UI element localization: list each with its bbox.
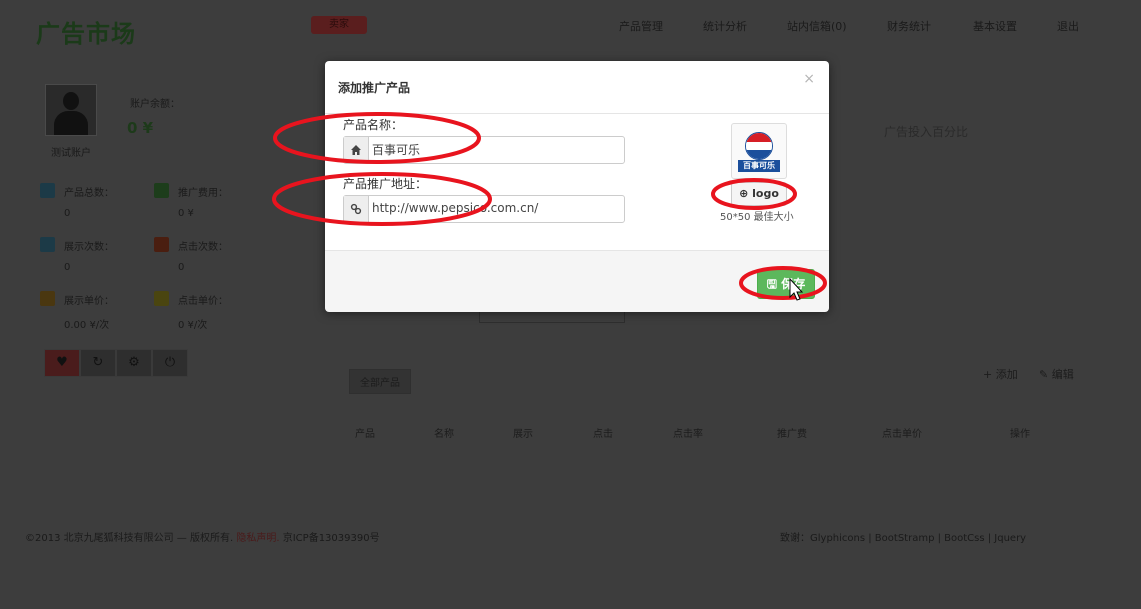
logo-size-hint: 50*50 最佳大小 xyxy=(720,212,794,223)
stat-color-square xyxy=(40,291,55,306)
col-ctr: 点击率 xyxy=(673,429,703,440)
col-impressions: 展示 xyxy=(513,429,533,440)
product-name-label: 产品名称： xyxy=(343,118,404,132)
footer-copyright: ©2013 北京九尾狐科技有限公司 — 版权所有. 隐私声明. 京ICP备130… xyxy=(25,529,380,544)
logo-button-label: logo xyxy=(752,187,779,200)
stat-color-square xyxy=(154,183,169,198)
gear-icon[interactable]: ⚙ xyxy=(116,349,152,377)
edit-icon: ✎ xyxy=(1039,368,1049,381)
col-clicks: 点击 xyxy=(593,429,613,440)
nav-inbox[interactable]: 站内信箱(0) xyxy=(787,18,847,34)
plus-icon: + xyxy=(983,368,993,381)
stat-label: 点击单价： xyxy=(178,296,228,307)
footer-credits: 致谢：Glyphicons | BootStramp | BootCss | J… xyxy=(780,533,1027,544)
col-actions: 操作 xyxy=(1010,429,1030,440)
nav-finance[interactable]: 财务统计 xyxy=(887,18,931,34)
modal-header: 添加推广产品 × xyxy=(325,61,829,114)
save-label: 保存 xyxy=(781,277,806,291)
pepsi-logo-icon xyxy=(745,132,773,160)
nav-stats[interactable]: 统计分析 xyxy=(703,18,747,34)
product-url-field xyxy=(343,195,625,223)
privacy-link[interactable]: 隐私声明. xyxy=(236,533,279,544)
top-nav: 产品管理 统计分析 站内信箱(0) 财务统计 基本设置 退出 xyxy=(0,18,1141,34)
stat-color-square xyxy=(40,183,55,198)
user-name: 测试账户 xyxy=(51,148,91,159)
home-icon xyxy=(344,137,369,163)
page: 广告市场 卖家 产品管理 统计分析 站内信箱(0) 财务统计 基本设置 退出 测… xyxy=(0,0,1141,609)
stat-label: 点击次数： xyxy=(178,242,228,253)
product-name-input[interactable] xyxy=(372,140,617,158)
close-icon[interactable]: × xyxy=(803,71,815,87)
upload-logo-button[interactable]: ⊕ logo xyxy=(731,182,787,206)
product-url-input[interactable] xyxy=(372,199,617,217)
heart-icon[interactable]: ♥ xyxy=(44,349,80,377)
stat-value: 0 xyxy=(64,262,71,273)
add-product-modal: 添加推广产品 × 产品名称： 产品推广地址： 百事可乐 ⊕ logo 50*50… xyxy=(325,61,829,312)
col-click-price: 点击单价 xyxy=(882,429,922,440)
stat-color-square xyxy=(154,291,169,306)
save-icon: 🖫 xyxy=(766,277,778,291)
logo-image-text: 百事可乐 xyxy=(738,160,780,172)
stat-color-square xyxy=(40,237,55,252)
nav-product-manage[interactable]: 产品管理 xyxy=(619,18,663,34)
stat-color-square xyxy=(154,237,169,252)
edit-label: 编辑 xyxy=(1051,368,1074,381)
product-name-field xyxy=(343,136,625,164)
stat-value: 0 ¥/次 xyxy=(178,320,208,331)
add-button[interactable]: + 添加 xyxy=(983,366,1018,382)
avatar-head-icon xyxy=(63,92,79,110)
stat-value: 0 xyxy=(178,262,185,273)
stat-label: 展示单价： xyxy=(64,296,114,307)
tab-all-products[interactable]: 全部产品 xyxy=(349,369,411,394)
stat-label: 推广费用： xyxy=(178,188,228,199)
col-promo-cost: 推广费 xyxy=(777,429,807,440)
stat-value: 0 ¥ xyxy=(178,208,194,219)
copyright-text: ©2013 北京九尾狐科技有限公司 — 版权所有. xyxy=(25,533,234,544)
product-logo-preview: 百事可乐 xyxy=(731,123,787,179)
stat-label: 展示次数： xyxy=(64,242,114,253)
add-label: 添加 xyxy=(995,368,1018,381)
table-header: 产品 名称 展示 点击 点击率 推广费 点击单价 操作 xyxy=(0,425,1141,440)
refresh-icon[interactable]: ↻ xyxy=(80,349,116,377)
stat-value: 0.00 ¥/次 xyxy=(64,320,110,331)
balance-label: 账户余额： xyxy=(130,99,180,110)
edit-button[interactable]: ✎ 编辑 xyxy=(1039,366,1074,382)
plus-circle-icon: ⊕ xyxy=(739,187,749,200)
stat-label: 产品总数： xyxy=(64,188,114,199)
balance-value: 0 ¥ xyxy=(127,119,154,137)
stat-value: 0 xyxy=(64,208,71,219)
col-product: 产品 xyxy=(355,429,375,440)
nav-logout[interactable]: 退出 xyxy=(1057,18,1079,34)
col-name: 名称 xyxy=(434,429,454,440)
ad-ratio-title: 广告投入百分比 xyxy=(884,125,969,139)
modal-footer: 🖫 保存 xyxy=(325,250,829,312)
save-button[interactable]: 🖫 保存 xyxy=(757,269,815,299)
modal-title: 添加推广产品 xyxy=(338,81,411,95)
nav-settings[interactable]: 基本设置 xyxy=(973,18,1017,34)
avatar xyxy=(45,84,97,136)
icp-text: 京ICP备13039390号 xyxy=(282,533,380,544)
power-icon[interactable]: ⏻ xyxy=(152,349,188,377)
avatar-body-icon xyxy=(54,111,88,135)
product-url-label: 产品推广地址： xyxy=(343,177,428,191)
link-icon xyxy=(344,196,369,222)
sidebar-action-group: ♥ ↻ ⚙ ⏻ xyxy=(44,349,188,377)
